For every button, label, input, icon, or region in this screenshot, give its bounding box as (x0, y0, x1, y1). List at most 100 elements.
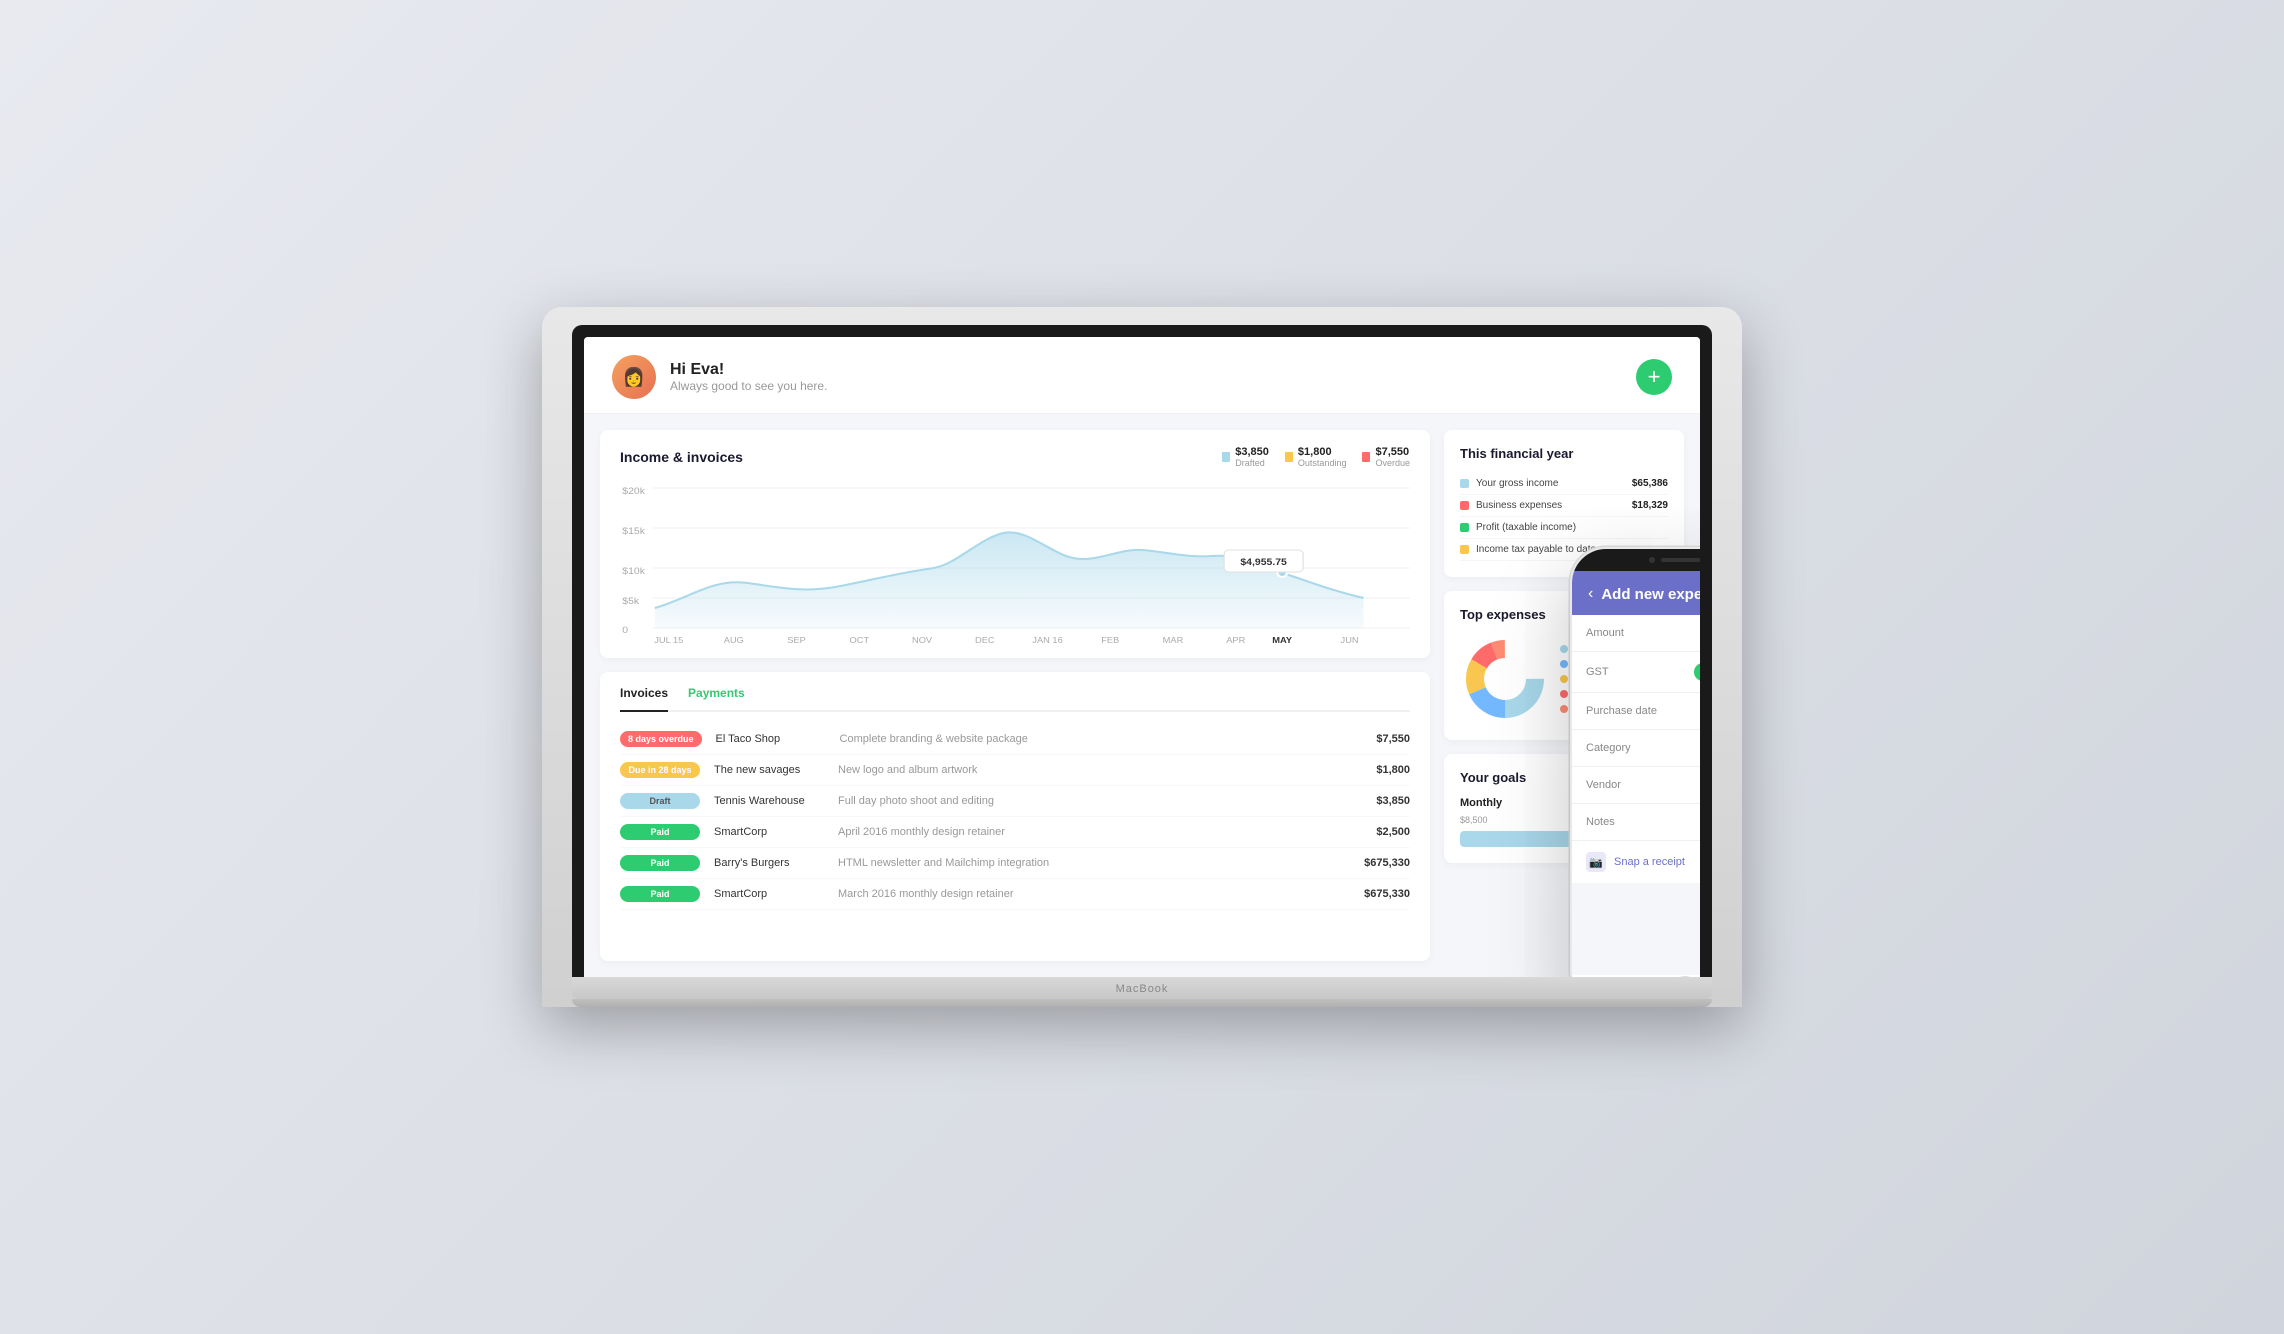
invoice-amount: $2,500 (1376, 826, 1410, 838)
status-badge: 8 days overdue (620, 731, 702, 747)
laptop-base (572, 977, 1712, 999)
invoice-client: El Taco Shop (716, 733, 826, 745)
back-button[interactable]: ‹ (1588, 585, 1593, 603)
fin-label-gross-text: Your gross income (1476, 478, 1558, 489)
invoice-desc: HTML newsletter and Mailchimp integratio… (838, 857, 1350, 869)
legend-drafted-text: $3,850 Drafted (1235, 446, 1269, 468)
legend-dot-rent (1560, 675, 1568, 683)
phone-screen: ‹ Add new expense Amount $3,363.00 › (1572, 571, 1700, 975)
left-panel: Income & invoices $3,850 Drafted (600, 430, 1430, 961)
financial-year-title: This financial year (1460, 446, 1668, 461)
svg-text:$4,955.75: $4,955.75 (1240, 558, 1287, 568)
tab-invoices[interactable]: Invoices (620, 686, 668, 712)
greeting: Hi Eva! (670, 361, 827, 379)
avatar: 👩 (612, 355, 656, 399)
chart-card: Income & invoices $3,850 Drafted (600, 430, 1430, 658)
table-row: Paid SmartCorp April 2016 monthly design… (620, 817, 1410, 848)
svg-text:MAY: MAY (1272, 636, 1292, 645)
fin-dot-tax (1460, 545, 1469, 554)
snap-receipt-label: Snap a receipt (1614, 856, 1685, 868)
legend-dot-travel (1560, 705, 1568, 713)
svg-text:NOV: NOV (912, 636, 932, 645)
legend-outstanding: $1,800 Outstanding (1285, 446, 1347, 468)
laptop-screen: 👩 Hi Eva! Always good to see you here. + (584, 337, 1700, 977)
table-row: Draft Tennis Warehouse Full day photo sh… (620, 786, 1410, 817)
fin-dot-expenses (1460, 501, 1469, 510)
phone-notch (1572, 549, 1700, 571)
svg-text:JAN 16: JAN 16 (1032, 636, 1063, 645)
legend-outstanding-text: $1,800 Outstanding (1298, 446, 1347, 468)
expense-form-rows: Amount $3,363.00 › GST (1572, 615, 1700, 883)
invoice-amount: $675,330 (1364, 888, 1410, 900)
laptop: 👩 Hi Eva! Always good to see you here. + (542, 307, 1742, 1067)
invoice-desc: Complete branding & website package (840, 733, 1363, 745)
invoice-amount: $675,330 (1364, 857, 1410, 869)
expense-label-amount: Amount (1586, 627, 1624, 639)
expense-row-vendor[interactable]: Vendor Ted's Camera › (1572, 767, 1700, 804)
legend-overdue: $7,550 Overdue (1362, 446, 1410, 468)
svg-text:APR: APR (1226, 636, 1245, 645)
legend-dot-drafted (1222, 452, 1230, 462)
svg-text:FEB: FEB (1101, 636, 1119, 645)
fin-value-expenses: $18,329 (1632, 500, 1668, 511)
expense-row-amount[interactable]: Amount $3,363.00 › (1572, 615, 1700, 652)
expense-row-category[interactable]: Category Camera gear › (1572, 730, 1700, 767)
gst-toggle[interactable] (1694, 663, 1700, 681)
expense-label-vendor: Vendor (1586, 779, 1621, 791)
chart-legend: $3,850 Drafted $1,800 (1222, 446, 1410, 468)
invoice-desc: April 2016 monthly design retainer (838, 826, 1362, 838)
svg-text:SEP: SEP (787, 636, 806, 645)
fin-row-gross: Your gross income $65,386 (1460, 473, 1668, 495)
legend-dot-outstanding (1285, 452, 1293, 462)
main-layout: Income & invoices $3,850 Drafted (584, 414, 1700, 977)
invoice-client: SmartCorp (714, 826, 824, 838)
fin-dot-profit (1460, 523, 1469, 532)
expense-label-category: Category (1586, 742, 1631, 754)
fin-label-tax-text: Income tax payable to date (1476, 544, 1596, 555)
invoice-desc: March 2016 monthly design retainer (838, 888, 1350, 900)
svg-text:0: 0 (622, 626, 628, 636)
invoice-amount: $1,800 (1376, 764, 1410, 776)
fin-label-profit-text: Profit (taxable income) (1476, 522, 1576, 533)
home-button[interactable] (1671, 976, 1699, 977)
legend-outstanding-label: Outstanding (1298, 458, 1347, 468)
expense-row-notes[interactable]: Notes Nikon D810 › (1572, 804, 1700, 841)
expense-value-gst: $305.72 › (1694, 663, 1700, 681)
phone-home (1572, 975, 1700, 977)
chart-svg: $20k $15k $10k $5k 0 (620, 478, 1410, 648)
expense-row-date[interactable]: Purchase date 5 Jun, 2016 › (1572, 693, 1700, 730)
add-button[interactable]: + (1636, 359, 1672, 395)
screen-bezel: 👩 Hi Eva! Always good to see you here. + (572, 325, 1712, 977)
chart-title: Income & invoices (620, 449, 743, 465)
legend-drafted-value: $3,850 (1235, 446, 1269, 458)
legend-outstanding-value: $1,800 (1298, 446, 1347, 458)
status-badge: Paid (620, 886, 700, 902)
invoices-card: Invoices Payments 8 days overdue El Taco… (600, 672, 1430, 961)
legend-drafted: $3,850 Drafted (1222, 446, 1269, 468)
svg-text:DEC: DEC (975, 636, 995, 645)
table-row: Paid Barry's Burgers HTML newsletter and… (620, 848, 1410, 879)
svg-text:$5k: $5k (622, 597, 639, 607)
snap-receipt-row[interactable]: 📷 Snap a receipt › (1572, 841, 1700, 883)
phone-notch-dot (1649, 557, 1655, 563)
expense-row-gst[interactable]: GST $305.72 › (1572, 652, 1700, 693)
expense-label-notes: Notes (1586, 816, 1615, 828)
svg-text:MAR: MAR (1163, 636, 1184, 645)
legend-dot-insurance (1560, 690, 1568, 698)
legend-dot-contractors (1560, 660, 1568, 668)
fin-label-gross: Your gross income (1460, 478, 1558, 489)
legend-dot-advertising (1560, 645, 1568, 653)
tab-payments[interactable]: Payments (688, 686, 745, 702)
expense-label-gst: GST (1586, 666, 1609, 678)
fin-row-profit: Profit (taxable income) (1460, 517, 1668, 539)
status-badge: Paid (620, 855, 700, 871)
camera-icon: 📷 (1586, 852, 1606, 872)
laptop-foot (572, 999, 1712, 1007)
invoice-client: Tennis Warehouse (714, 795, 824, 807)
invoice-amount: $3,850 (1376, 795, 1410, 807)
subtitle: Always good to see you here. (670, 379, 827, 393)
status-badge: Draft (620, 793, 700, 809)
svg-text:$15k: $15k (622, 527, 645, 537)
donut-chart (1460, 634, 1550, 724)
invoice-desc: Full day photo shoot and editing (838, 795, 1362, 807)
